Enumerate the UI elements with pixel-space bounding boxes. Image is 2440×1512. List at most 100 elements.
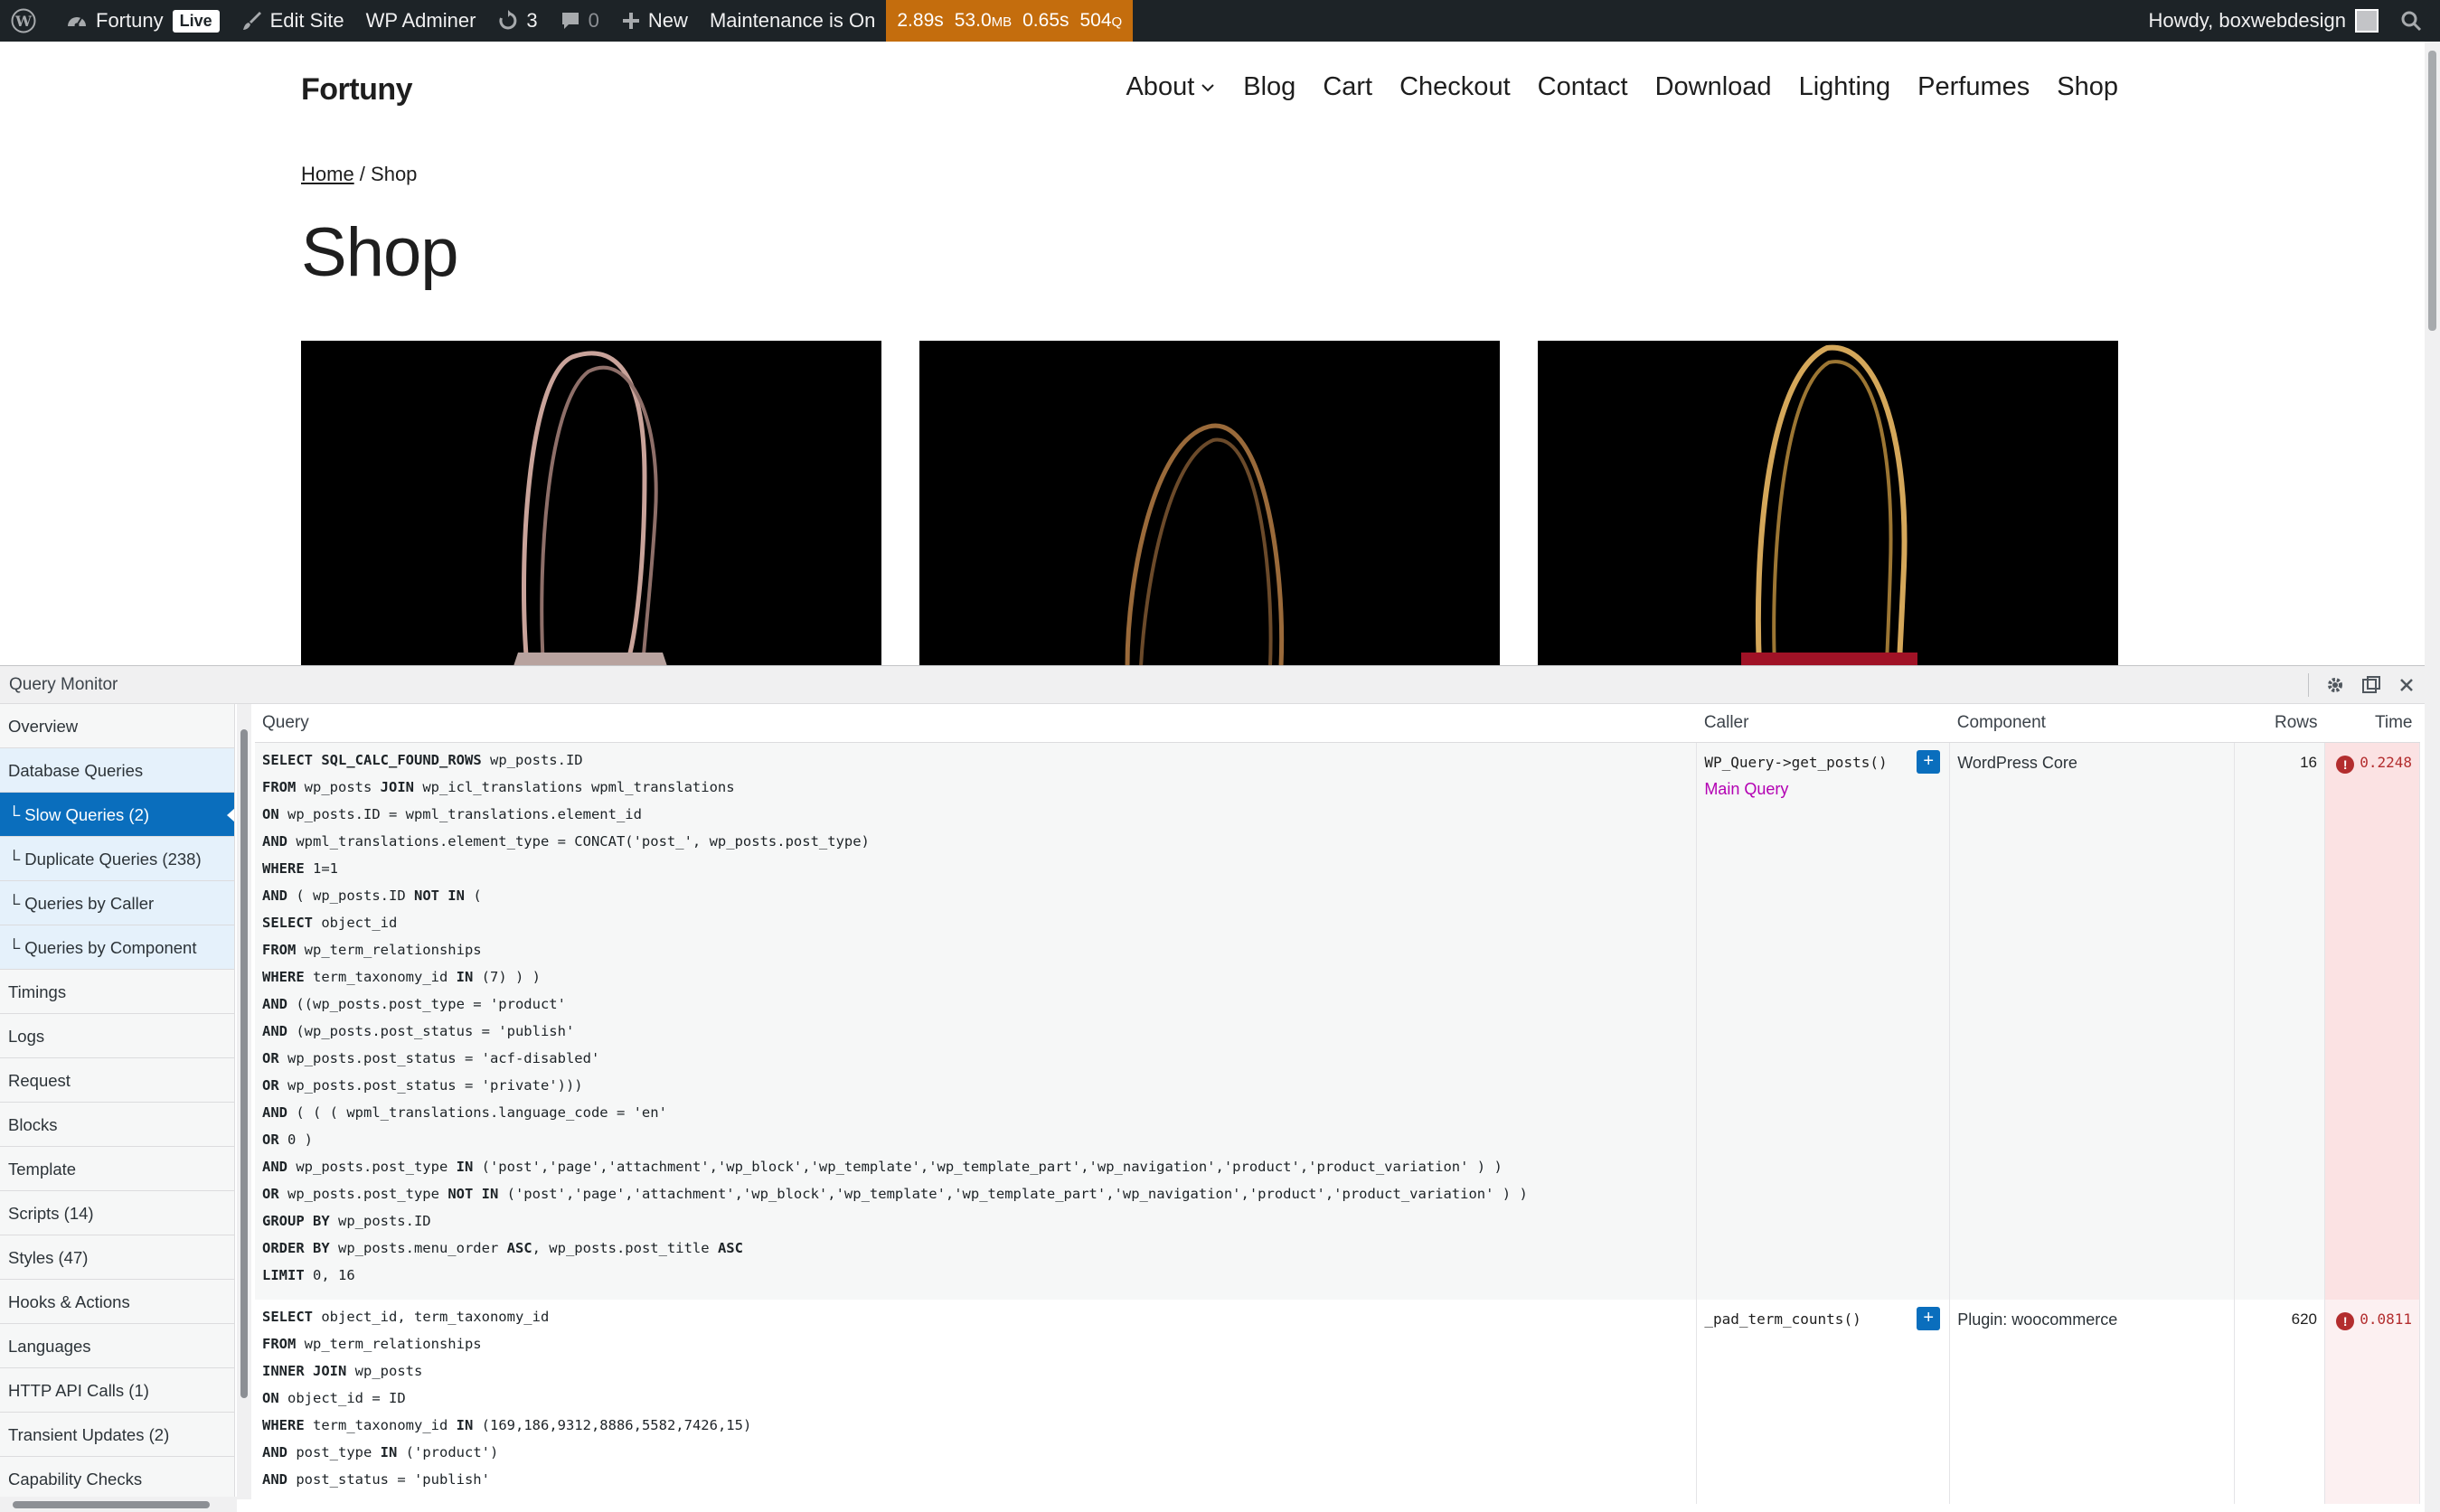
my-account-menu[interactable]: Howdy, boxwebdesign — [2138, 0, 2390, 42]
wordpress-logo-icon[interactable]: W — [0, 0, 54, 42]
sql-line: AND post_type IN ('product') — [262, 1443, 499, 1460]
qm-menu-languages[interactable]: Languages — [0, 1324, 234, 1368]
qm-menu-http-api-calls[interactable]: HTTP API Calls (1) — [0, 1368, 234, 1413]
product-image[interactable] — [301, 341, 881, 666]
gear-icon[interactable] — [2325, 675, 2345, 695]
breadcrumb-separator: / — [353, 163, 372, 185]
column-header-caller[interactable]: Caller — [1696, 704, 1950, 743]
warning-icon: ! — [2336, 1311, 2355, 1330]
nav-item-blog[interactable]: Blog — [1243, 72, 1295, 102]
qm-menu-timings[interactable]: Timings — [0, 970, 234, 1014]
qm-menu-blocks[interactable]: Blocks — [0, 1103, 234, 1147]
qm-menu-logs[interactable]: Logs — [0, 1014, 234, 1058]
nav-item-shop[interactable]: Shop — [2057, 72, 2118, 102]
qm-horizontal-scrollbar[interactable] — [0, 1497, 237, 1512]
scrollbar-thumb[interactable] — [13, 1501, 210, 1508]
query-time: ! 0.2248 — [2324, 742, 2421, 1300]
qm-queries-unit: Q — [1111, 14, 1123, 30]
query-component: WordPress Core — [1949, 742, 2236, 1300]
page-title: Shop — [301, 214, 458, 291]
qm-menu-request[interactable]: Request — [0, 1058, 234, 1103]
sql-line: WHERE term_taxonomy_id IN (7) ) ) — [262, 968, 541, 985]
main-navigation: About Blog Cart Checkout Contact Downloa… — [1126, 72, 2118, 102]
dock-toggle-icon[interactable] — [2361, 675, 2381, 695]
breadcrumb-home-link[interactable]: Home — [301, 163, 354, 185]
nav-item-lighting[interactable]: Lighting — [1799, 72, 1891, 102]
qm-menu-duplicate-queries[interactable]: └ Duplicate Queries (238) — [0, 837, 234, 881]
qm-menu-transient-updates[interactable]: Transient Updates (2) — [0, 1413, 234, 1457]
qm-memory-value: 53.0 — [954, 10, 992, 31]
query-monitor-summary[interactable]: 2.89s 53.0MB 0.65s 504Q — [886, 0, 1134, 42]
sql-line: GROUP BY wp_posts.ID — [262, 1212, 431, 1229]
scrollbar-thumb[interactable] — [240, 729, 248, 1398]
qm-menu-template[interactable]: Template — [0, 1147, 234, 1191]
nav-item-contact[interactable]: Contact — [1538, 72, 1628, 102]
column-header-query[interactable]: Query — [255, 704, 1697, 743]
qm-menu-overview[interactable]: Overview — [0, 704, 234, 748]
nav-item-perfumes[interactable]: Perfumes — [1917, 72, 2030, 102]
qm-menu-scripts[interactable]: Scripts (14) — [0, 1191, 234, 1235]
nav-item-download[interactable]: Download — [1655, 72, 1772, 102]
qm-menu-database-queries[interactable]: Database Queries — [0, 748, 234, 793]
qm-menu-slow-queries[interactable]: └ Slow Queries (2) — [0, 793, 234, 837]
sql-line: OR wp_posts.post_status = 'private'))) — [262, 1076, 583, 1094]
qm-queries-value: 504 — [1079, 10, 1112, 31]
qm-menu-hooks-actions[interactable]: Hooks & Actions — [0, 1280, 234, 1324]
updates-link[interactable]: 3 — [486, 0, 548, 42]
wp-adminer-link[interactable]: WP Adminer — [355, 0, 487, 42]
time-value: 0.0811 — [2360, 1310, 2412, 1328]
comments-link[interactable]: 0 — [549, 0, 610, 42]
sql-line: AND ((wp_posts.post_type = 'product' — [262, 995, 566, 1012]
column-header-component[interactable]: Component — [1949, 704, 2235, 743]
caller-function[interactable]: _pad_term_counts() — [1704, 1310, 1861, 1328]
new-content-link[interactable]: New — [610, 0, 699, 42]
qm-title: Query Monitor — [9, 674, 118, 694]
scrollbar-thumb[interactable] — [2428, 51, 2436, 331]
sql-line: OR wp_posts.post_status = 'acf-disabled' — [262, 1049, 600, 1066]
sql-line: OR 0 ) — [262, 1131, 313, 1148]
expand-caller-button[interactable]: + — [1917, 749, 1941, 774]
nav-label: About — [1126, 72, 1195, 101]
main-query-label: Main Query — [1704, 779, 1789, 798]
site-title[interactable]: Fortuny — [301, 72, 413, 108]
product-image[interactable] — [1538, 341, 2118, 666]
qm-menu-queries-by-component[interactable]: └ Queries by Component — [0, 925, 234, 970]
qm-memory-unit: MB — [991, 14, 1013, 30]
nav-item-cart[interactable]: Cart — [1323, 72, 1372, 102]
refresh-icon — [499, 10, 517, 30]
avatar — [2355, 9, 2379, 33]
qm-vertical-scrollbar[interactable] — [237, 704, 251, 1499]
column-header-time[interactable]: Time — [2324, 704, 2420, 743]
qm-menu-queries-by-caller[interactable]: └ Queries by Caller — [0, 881, 234, 925]
nav-item-checkout[interactable]: Checkout — [1399, 72, 1511, 102]
column-header-rows[interactable]: Rows — [2234, 704, 2325, 743]
breadcrumb: Home / Shop — [301, 163, 417, 186]
site-name-menu[interactable]: Fortuny Live — [54, 0, 231, 42]
query-sql: SELECT object_id, term_taxonomy_id FROM w… — [255, 1299, 1698, 1504]
qm-page-time: 2.89s — [897, 10, 944, 31]
sql-line: AND ( ( ( wpml_translations.language_cod… — [262, 1103, 667, 1121]
query-rows: 620 — [2234, 1299, 2325, 1504]
sql-line: FROM wp_posts JOIN wp_icl_translations w… — [262, 778, 735, 795]
qm-menu-capability-checks[interactable]: Capability Checks — [0, 1457, 234, 1501]
admin-bar: W Fortuny Live Edit Site WP Adminer 3 0 … — [0, 0, 2440, 42]
bag-image — [513, 351, 667, 666]
search-button[interactable] — [2389, 0, 2440, 42]
sql-line: SELECT object_id — [262, 914, 398, 931]
close-icon[interactable] — [2398, 676, 2416, 694]
page-scrollbar[interactable] — [2425, 42, 2440, 1512]
sql-line: AND post_status = 'publish' — [262, 1470, 490, 1488]
caller-function[interactable]: WP_Query->get_posts() — [1704, 754, 1887, 771]
sql-line: AND wpml_translations.element_type = CON… — [262, 832, 870, 850]
qm-menu-styles[interactable]: Styles (47) — [0, 1235, 234, 1280]
edit-site-link[interactable]: Edit Site — [231, 0, 355, 42]
product-image[interactable] — [919, 341, 1500, 666]
maintenance-link[interactable]: Maintenance is On — [699, 0, 886, 42]
sql-line: SELECT SQL_CALC_FOUND_ROWS wp_posts.ID — [262, 751, 583, 768]
site-name: Fortuny — [96, 9, 164, 32]
nav-item-about[interactable]: About — [1126, 72, 1216, 102]
expand-caller-button[interactable]: + — [1917, 1306, 1941, 1330]
qm-memory: 53.0MB — [955, 10, 1012, 32]
edit-site-label: Edit Site — [269, 9, 344, 32]
comments-count: 0 — [588, 9, 599, 32]
